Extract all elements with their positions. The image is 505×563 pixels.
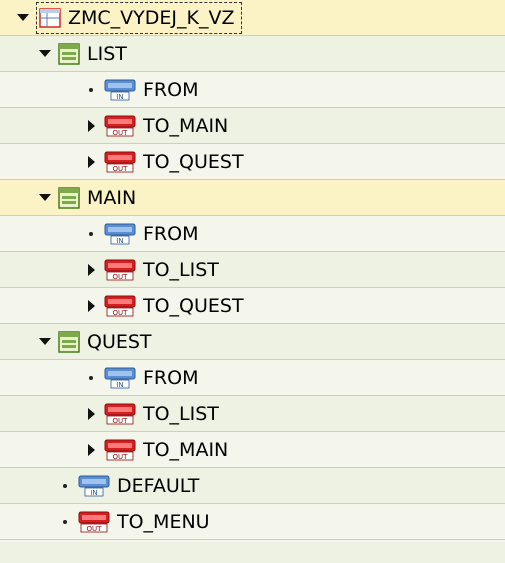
outbound-plug-icon: OUT [78,511,110,533]
tree-node-quest-to-main[interactable]: OUT TO_MAIN [0,432,505,468]
in-badge: IN [116,93,123,101]
table-icon [39,7,61,28]
leaf-bullet [84,368,98,388]
node-label: TO_MAIN [143,114,229,137]
node-label: FROM [143,78,199,101]
expand-toggle[interactable] [38,44,52,64]
tree-node-list-to-quest[interactable]: OUT TO_QUEST [0,144,505,180]
inbound-plug-icon: IN [104,223,136,245]
tree-node-quest-to-list[interactable]: OUT TO_LIST [0,396,505,432]
bullet-icon [89,231,93,236]
view-icon [58,42,80,65]
expand-toggle[interactable] [84,260,98,280]
expand-toggle[interactable] [16,8,30,28]
in-badge: IN [116,381,123,389]
out-badge: OUT [113,417,129,425]
chevron-down-icon [17,14,29,21]
chevron-down-icon [39,50,51,57]
node-label: MAIN [87,186,137,209]
bullet-icon [63,519,67,524]
tree-node-main-from[interactable]: IN FROM [0,216,505,252]
tree-node-main-to-quest[interactable]: OUT TO_QUEST [0,288,505,324]
tree-node-quest[interactable]: QUEST [0,324,505,360]
leaf-bullet [58,476,72,496]
expand-toggle[interactable] [84,152,98,172]
in-badge: IN [116,237,123,245]
leaf-bullet [84,224,98,244]
tree-node-default[interactable]: IN DEFAULT [0,468,505,504]
out-badge: OUT [113,129,129,137]
expand-toggle[interactable] [84,296,98,316]
leaf-bullet [58,512,72,532]
out-badge: OUT [113,309,129,317]
outbound-plug-icon: OUT [104,295,136,317]
inbound-plug-icon: IN [78,475,110,497]
leaf-bullet [84,80,98,100]
tree-node-list[interactable]: LIST [0,36,505,72]
chevron-down-icon [39,338,51,345]
node-label: TO_MAIN [143,438,229,461]
node-label: TO_QUEST [143,294,244,317]
chevron-right-icon [87,263,95,276]
node-label: LIST [87,42,127,65]
chevron-right-icon [87,407,95,420]
expand-toggle[interactable] [84,440,98,460]
tree-node-quest-from[interactable]: IN FROM [0,360,505,396]
out-badge: OUT [87,525,103,533]
tree-node-root[interactable]: ZMC_VYDEJ_K_VZ [0,0,505,36]
out-badge: OUT [113,453,129,461]
tree-node-list-from[interactable]: IN FROM [0,72,505,108]
outbound-plug-icon: OUT [104,439,136,461]
outbound-plug-icon: OUT [104,115,136,137]
node-label: TO_MENU [117,510,210,533]
node-label: DEFAULT [117,474,200,497]
node-label: FROM [143,222,199,245]
inbound-plug-icon: IN [104,367,136,389]
selected-node-box: ZMC_VYDEJ_K_VZ [36,1,242,34]
bullet-icon [89,87,93,92]
view-icon [58,330,80,353]
tree-node-main[interactable]: MAIN [0,180,505,216]
outbound-plug-icon: OUT [104,403,136,425]
chevron-right-icon [87,155,95,168]
node-label: TO_LIST [143,258,219,281]
outbound-plug-icon: OUT [104,259,136,281]
tree-node-list-to-main[interactable]: OUT TO_MAIN [0,108,505,144]
expand-toggle[interactable] [84,404,98,424]
root-label: ZMC_VYDEJ_K_VZ [68,6,235,29]
expand-toggle[interactable] [38,332,52,352]
tree-empty-area [0,542,505,563]
chevron-right-icon [87,119,95,132]
expand-toggle[interactable] [38,188,52,208]
chevron-right-icon [87,299,95,312]
chevron-down-icon [39,194,51,201]
node-label: FROM [143,366,199,389]
out-badge: OUT [113,273,129,281]
out-badge: OUT [113,165,129,173]
bullet-icon [89,375,93,380]
node-label: QUEST [87,330,152,353]
tree-node-to-menu[interactable]: OUT TO_MENU [0,504,505,540]
in-badge: IN [90,489,97,497]
dialog-tree: ZMC_VYDEJ_K_VZ LIST IN FROM OUT TO_MAIN … [0,0,505,563]
inbound-plug-icon: IN [104,79,136,101]
outbound-plug-icon: OUT [104,151,136,173]
tree-node-main-to-list[interactable]: OUT TO_LIST [0,252,505,288]
view-icon [58,186,80,209]
node-label: TO_LIST [143,402,219,425]
chevron-right-icon [87,443,95,456]
bullet-icon [63,483,67,488]
expand-toggle[interactable] [84,116,98,136]
node-label: TO_QUEST [143,150,244,173]
